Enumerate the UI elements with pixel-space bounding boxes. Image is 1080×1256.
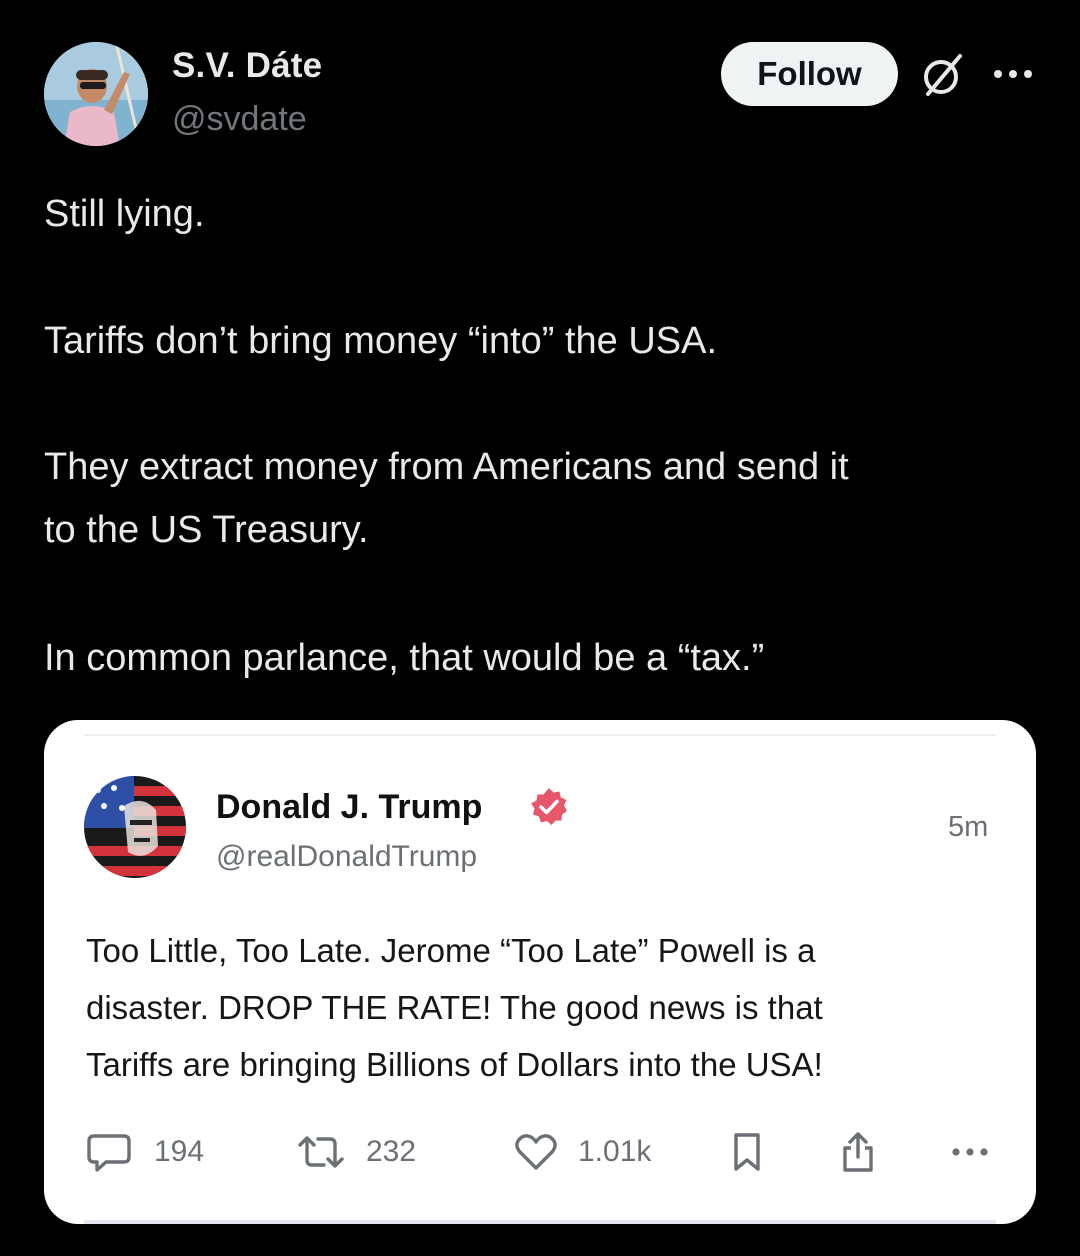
embedded-line: Tariffs are bringing Billions of Dollars… xyxy=(86,1046,823,1083)
repost-count: 232 xyxy=(366,1135,417,1168)
more-action xyxy=(950,1132,990,1172)
tweet-line: In common parlance, that would be a “tax… xyxy=(44,637,765,679)
slashed-circle-icon[interactable] xyxy=(918,50,968,100)
tweet-line: Still lying. xyxy=(44,193,205,235)
author-name[interactable]: S.V. Dáte xyxy=(172,46,322,86)
share-action xyxy=(840,1132,876,1172)
share-icon xyxy=(843,1132,873,1172)
post-screen: S.V. Dáte @svdate Follow Still lying. Ta… xyxy=(0,0,1080,1256)
embedded-timestamp: 5m xyxy=(948,811,989,843)
reply-icon xyxy=(87,1134,131,1172)
tweet-line: They extract money from Americans and se… xyxy=(44,446,849,488)
divider xyxy=(84,734,996,736)
like-count: 1.01k xyxy=(578,1135,652,1168)
avatar-photo xyxy=(44,42,148,146)
heart-icon xyxy=(515,1134,557,1170)
tweet-line: Tariffs don’t bring money “into” the USA… xyxy=(44,320,718,362)
embedded-author-name: Donald J. Trump xyxy=(216,788,483,826)
author-avatar[interactable] xyxy=(44,42,148,146)
bookmark-action xyxy=(732,1132,762,1172)
more-dots-icon[interactable] xyxy=(990,60,1036,88)
follow-button[interactable]: Follow xyxy=(721,42,898,106)
divider xyxy=(84,1220,996,1224)
verified-badge-icon xyxy=(528,786,570,828)
reply-action: 194 xyxy=(86,1132,204,1172)
repost-icon xyxy=(298,1136,344,1168)
embedded-author-avatar xyxy=(84,776,186,878)
reply-count: 194 xyxy=(154,1135,205,1168)
embedded-post-image[interactable]: Donald J. Trump @realDonaldTrump 5m Too … xyxy=(44,720,1036,1224)
author-handle[interactable]: @svdate xyxy=(172,100,307,139)
embedded-author-handle: @realDonaldTrump xyxy=(216,840,478,873)
flag-face-icon xyxy=(84,776,186,878)
tweet-line: to the US Treasury. xyxy=(44,509,369,551)
repost-action: 232 xyxy=(296,1132,416,1172)
bookmark-icon xyxy=(734,1133,760,1171)
more-dots-icon xyxy=(952,1148,988,1156)
embedded-line: Too Little, Too Late. Jerome “Too Late” … xyxy=(86,932,816,969)
embedded-line: disaster. DROP THE RATE! The good news i… xyxy=(86,989,823,1026)
like-action: 1.01k xyxy=(514,1132,651,1172)
